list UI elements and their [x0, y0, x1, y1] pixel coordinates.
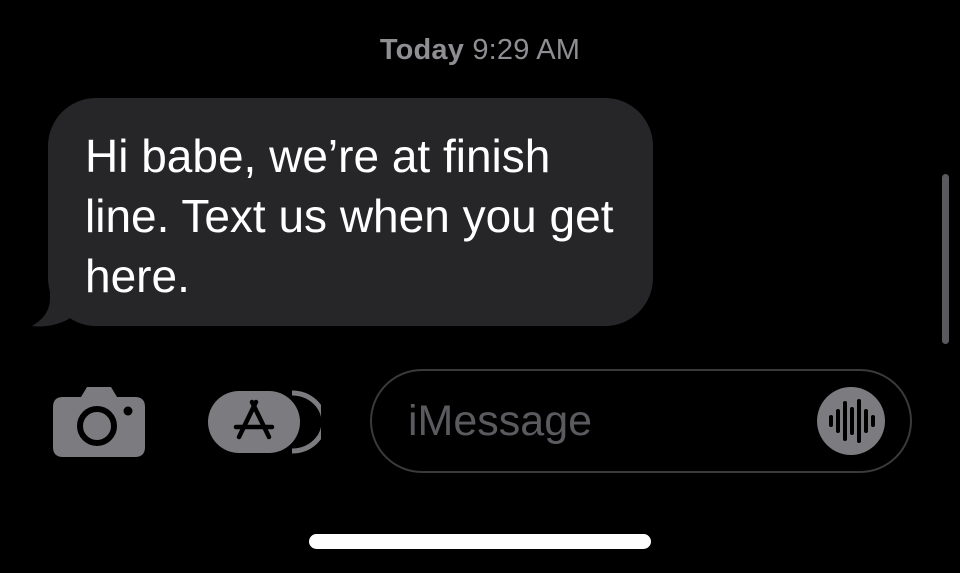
- message-input[interactable]: [408, 393, 808, 449]
- message-field[interactable]: [370, 369, 912, 473]
- timestamp-time: 9:29 AM: [472, 34, 581, 66]
- timestamp-day: Today: [379, 34, 465, 66]
- message-timestamp: Today 9:29 AM: [0, 34, 960, 67]
- audio-waveform-icon: [817, 387, 885, 455]
- message-bubble-text: Hi babe, we’re at finish line. Text us w…: [48, 98, 653, 326]
- scrollbar[interactable]: [942, 174, 949, 344]
- home-indicator[interactable]: [309, 534, 651, 549]
- camera-icon: [53, 387, 145, 457]
- app-store-button[interactable]: [206, 385, 327, 457]
- audio-message-button[interactable]: [817, 387, 885, 455]
- app-store-icon: [208, 390, 327, 454]
- camera-button[interactable]: [53, 385, 145, 457]
- incoming-message[interactable]: Hi babe, we’re at finish line. Text us w…: [30, 98, 655, 328]
